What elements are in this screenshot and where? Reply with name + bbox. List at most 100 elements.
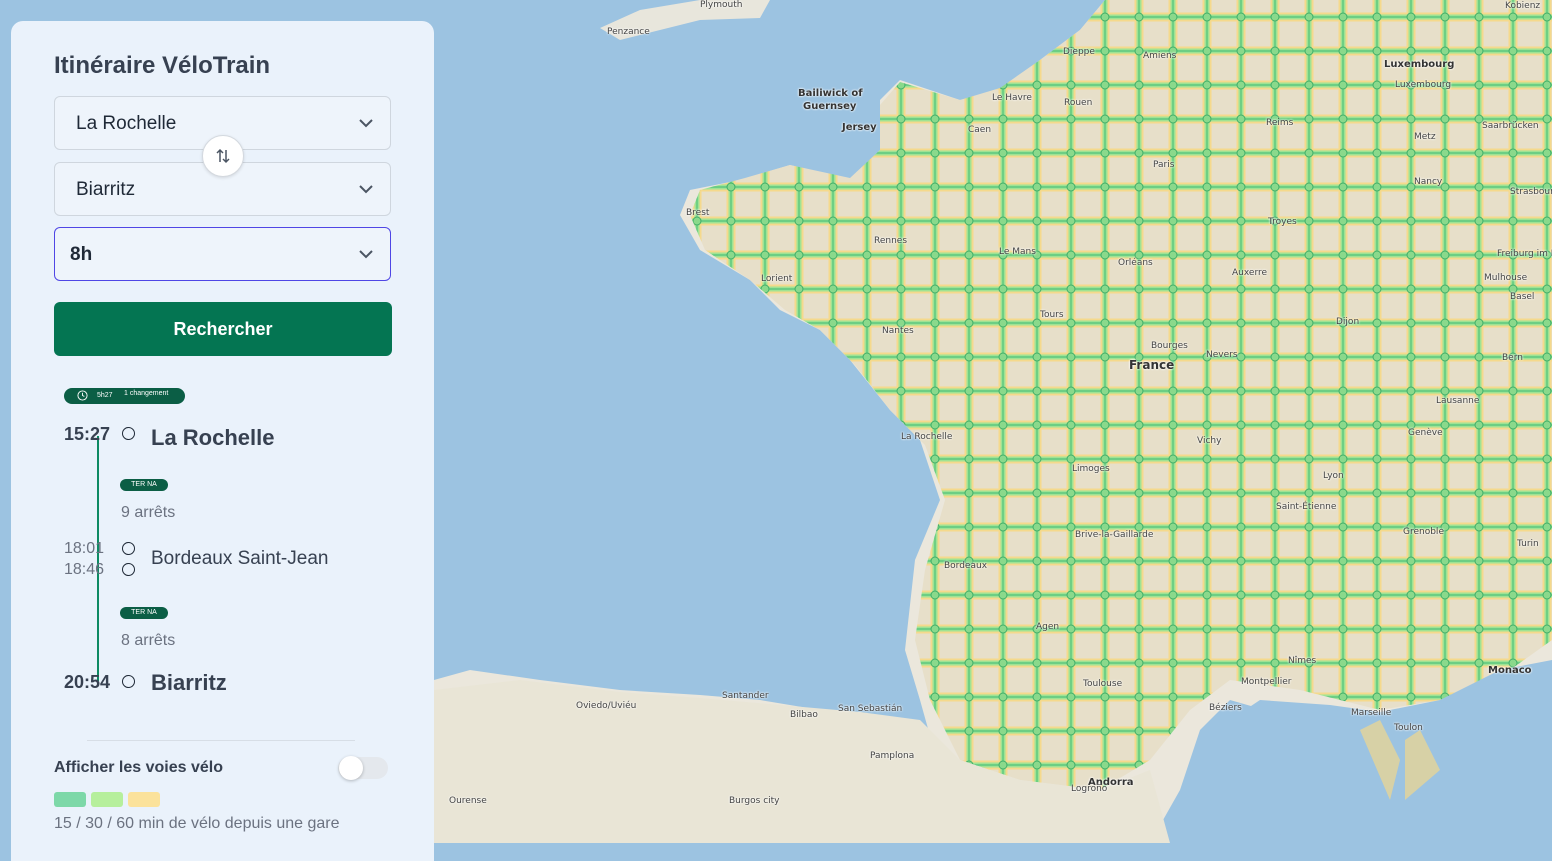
destination-value: Biarritz — [76, 179, 136, 200]
map-place-label: Bilbao — [790, 710, 818, 720]
origin-value: La Rochelle — [76, 113, 177, 134]
map-place-label: Nantes — [882, 326, 914, 336]
train-line-badge: TER NA — [120, 479, 168, 491]
map-place-label: Luxembourg — [1395, 80, 1452, 90]
map-place-label: Bailiwick of — [798, 88, 863, 99]
map-place-label: Brive-la-Gaillarde — [1075, 530, 1154, 540]
chevron-down-icon — [359, 119, 373, 128]
map-place-label: Grenoble — [1403, 527, 1444, 537]
map-place-label: Saint-Étienne — [1276, 502, 1337, 512]
map-place-label: Bern — [1502, 353, 1523, 363]
origin-station: La Rochelle — [151, 425, 275, 450]
chevron-down-icon — [359, 185, 373, 194]
map-place-label: Limoges — [1072, 464, 1110, 474]
legend-60min-swatch — [128, 792, 160, 807]
map-place-label: Santander — [722, 691, 769, 701]
map-place-label: Ourense — [449, 796, 487, 806]
map-place-label: Nîmes — [1288, 656, 1317, 666]
destination-station: Biarritz — [151, 670, 227, 695]
map-place-label: Plymouth — [700, 0, 743, 10]
chevron-down-icon — [359, 250, 373, 259]
clock-icon — [77, 390, 88, 401]
map-place-label: Paris — [1153, 160, 1175, 170]
stop-dot — [122, 675, 135, 688]
stop-dot — [122, 542, 135, 555]
stop-dot — [122, 427, 135, 440]
map-place-label: Marseille — [1351, 708, 1392, 718]
map-place-label: Freiburg im B — [1497, 249, 1552, 259]
map-place-label: Jersey — [842, 122, 877, 133]
legend-15min-swatch — [54, 792, 86, 807]
map-place-label: San Sebastián — [838, 704, 903, 714]
map-place-label: Bourges — [1151, 341, 1188, 351]
map-place-label: France — [1129, 358, 1175, 372]
map-place-label: Kobienz — [1505, 1, 1541, 11]
map-place-label: Saarbrücken — [1482, 121, 1539, 131]
map-place-label: Luxembourg — [1384, 59, 1455, 70]
map-place-label: Toulouse — [1083, 679, 1123, 689]
transfer-departure-time: 18:46 — [64, 561, 105, 578]
map-place-label: Vichy — [1197, 436, 1222, 446]
map-place-label: Genève — [1408, 428, 1443, 438]
map-place-label: Tours — [1040, 310, 1064, 320]
swap-stations-button[interactable] — [202, 135, 244, 177]
itinerary-panel: Itinéraire VéloTrain La Rochelle Biarrit… — [11, 21, 434, 861]
destination-time: 20:54 — [64, 672, 111, 692]
origin-time: 15:27 — [64, 424, 111, 444]
legend-text: 15 / 30 / 60 min de vélo depuis une gare — [54, 815, 340, 832]
map-place-label: Troyes — [1268, 217, 1297, 227]
map-place-label: Rennes — [874, 236, 908, 246]
bike-lanes-toggle[interactable] — [338, 756, 388, 780]
train-line-badge: TER NA — [120, 607, 168, 619]
bike-lanes-label: Afficher les voies vélo — [54, 759, 223, 776]
map-place-label: Agen — [1036, 622, 1060, 632]
map-place-label: Basel — [1510, 292, 1535, 302]
map-place-label: Monaco — [1488, 665, 1532, 676]
timeline-line — [97, 436, 99, 681]
leg-stops-count[interactable]: 8 arrêts — [121, 632, 175, 650]
map-place-label: Bordeaux — [944, 561, 988, 571]
legend-30min-swatch — [91, 792, 123, 807]
map-place-label: Rouen — [1064, 98, 1093, 108]
map-place-label: Dieppe — [1063, 47, 1095, 57]
map-place-label: Reims — [1266, 118, 1294, 128]
map-place-label: Béziers — [1209, 703, 1242, 713]
map-place-label: Guernsey — [803, 101, 857, 112]
map-place-label: Lyon — [1323, 471, 1344, 481]
departure-time-select[interactable]: 8h — [54, 227, 391, 281]
journey-summary-badge: 5h27 1 changement — [64, 388, 185, 404]
map-place-label: Dijon — [1336, 317, 1360, 327]
stop-dot — [122, 563, 135, 576]
map-place-label: La Rochelle — [901, 432, 953, 442]
journey-duration: 5h27 — [97, 392, 113, 399]
search-button[interactable]: Rechercher — [54, 302, 392, 356]
journey-changes: 1 changement — [124, 390, 169, 397]
map-place-label: Nevers — [1206, 350, 1238, 360]
page-title: Itinéraire VéloTrain — [54, 52, 271, 79]
swap-arrows-icon — [216, 148, 230, 164]
departure-time-value: 8h — [70, 244, 93, 265]
divider — [87, 740, 355, 741]
map-place-label: Logroño — [1071, 784, 1108, 794]
toggle-knob[interactable] — [339, 756, 363, 780]
map-place-label: Metz — [1414, 132, 1436, 142]
map-place-label: Toulon — [1394, 723, 1423, 733]
transfer-station: Bordeaux Saint-Jean — [151, 548, 329, 569]
map-place-label: Oviedo/Uviéu — [576, 701, 637, 711]
map-place-label: Pamplona — [870, 751, 915, 761]
leg-stops-count[interactable]: 9 arrêts — [121, 504, 175, 522]
transfer-arrival-time: 18:01 — [64, 540, 105, 557]
map-place-label: Amiens — [1143, 51, 1177, 61]
map-place-label: Strasbourg — [1510, 187, 1552, 197]
map-place-label: Orléans — [1118, 258, 1153, 268]
map-place-label: Brest — [686, 208, 710, 218]
map-place-label: Lausanne — [1436, 396, 1480, 406]
map-place-label: Lorient — [761, 274, 793, 284]
map-place-label: Caen — [968, 125, 992, 135]
map-place-label: Mulhouse — [1484, 273, 1528, 283]
map-place-label: Burgos city — [729, 796, 780, 806]
map-place-label: Auxerre — [1232, 268, 1268, 278]
map-place-label: Turin — [1517, 539, 1539, 549]
map-place-label: Le Mans — [999, 247, 1036, 257]
map-place-label: Nancy — [1414, 177, 1443, 187]
